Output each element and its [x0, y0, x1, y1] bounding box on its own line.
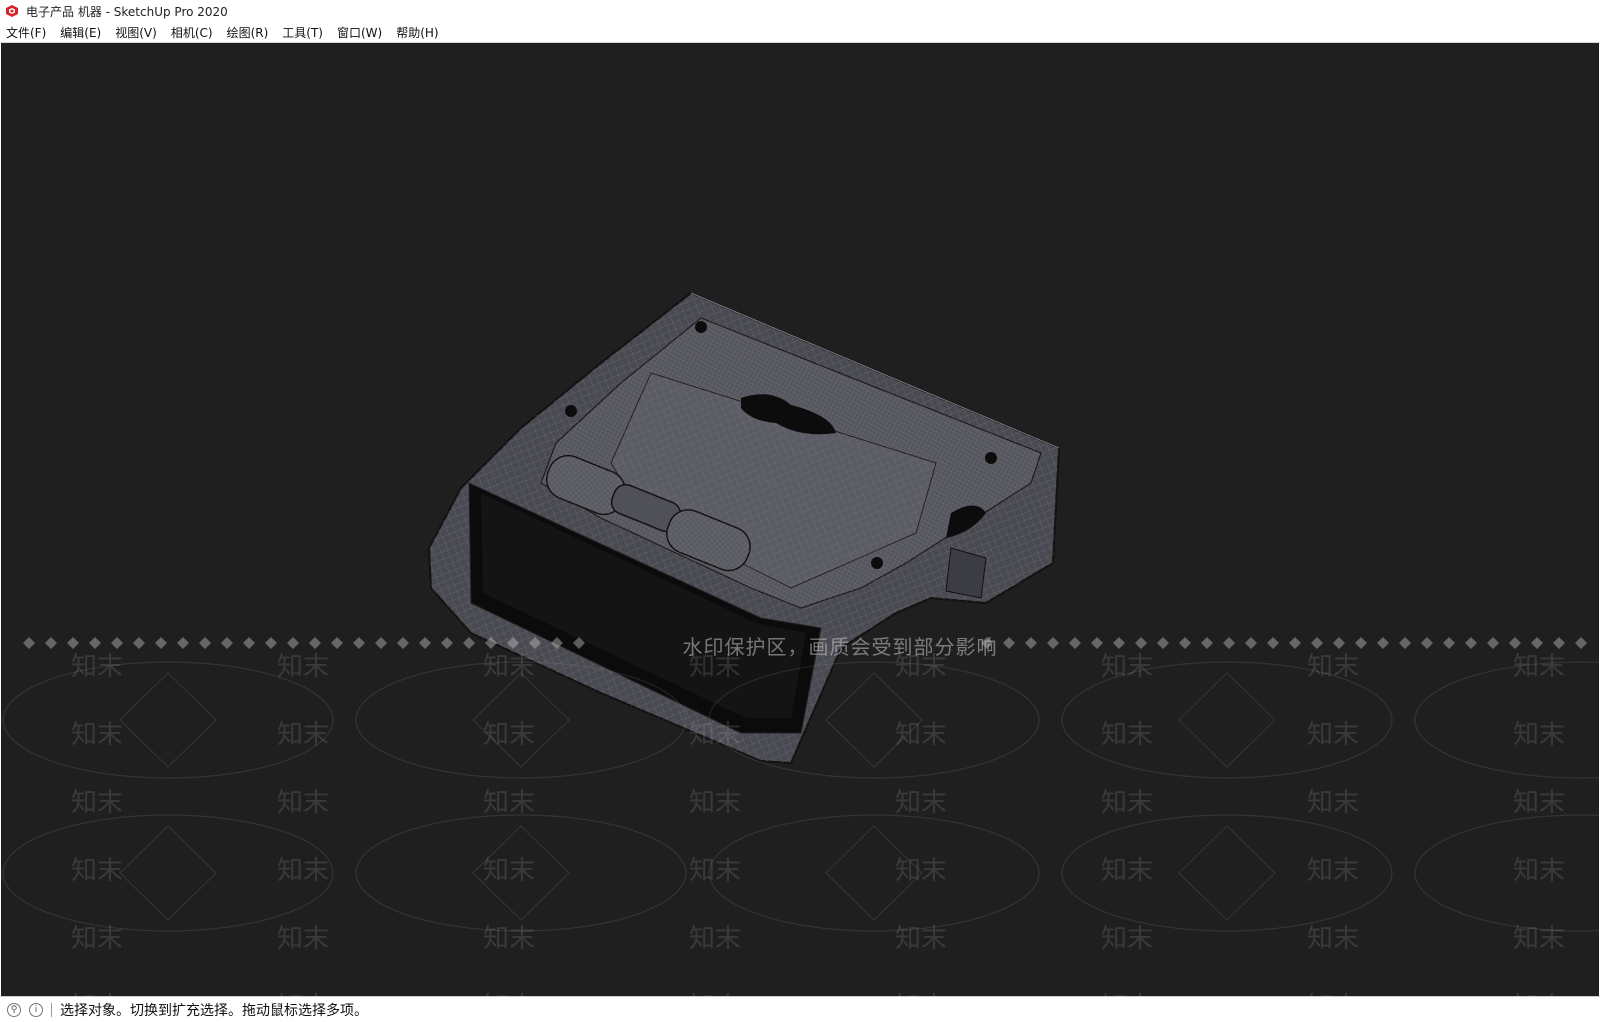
- menu-bar: 文件(F) 编辑(E) 视图(V) 相机(C) 绘图(R) 工具(T) 窗口(W…: [0, 22, 1600, 43]
- sketchup-logo-icon: [6, 5, 18, 17]
- menu-view[interactable]: 视图(V): [108, 24, 164, 41]
- menu-camera[interactable]: 相机(C): [164, 24, 220, 41]
- credits-info-icon[interactable]: i: [29, 1002, 43, 1017]
- geo-location-icon[interactable]: ⚲: [7, 1002, 21, 1017]
- watermark-banner: 水印保护区，画质会受到部分影响: [1, 631, 1599, 659]
- window-title: 电子产品 机器 - SketchUp Pro 2020: [26, 4, 228, 19]
- menu-file[interactable]: 文件(F): [0, 24, 53, 41]
- watermark-brand-pattern: [1, 653, 1599, 996]
- menu-help[interactable]: 帮助(H): [389, 24, 445, 41]
- viewport-canvas: 知末: [1, 291, 1599, 996]
- status-separator: [51, 1002, 52, 1017]
- menu-tools[interactable]: 工具(T): [275, 24, 330, 41]
- status-bar: ⚲ i 选择对象。切换到扩充选择。拖动鼠标选择多项。: [0, 996, 1600, 1022]
- watermark-notice-text: 水印保护区，画质会受到部分影响: [682, 634, 998, 659]
- title-bar: 电子产品 机器 - SketchUp Pro 2020: [0, 0, 1600, 22]
- drawing-viewport[interactable]: 知末: [1, 43, 1599, 996]
- menu-window[interactable]: 窗口(W): [330, 24, 389, 41]
- status-message: 选择对象。切换到扩充选择。拖动鼠标选择多项。: [60, 1002, 368, 1019]
- menu-draw[interactable]: 绘图(R): [220, 24, 276, 41]
- menu-edit[interactable]: 编辑(E): [53, 24, 108, 41]
